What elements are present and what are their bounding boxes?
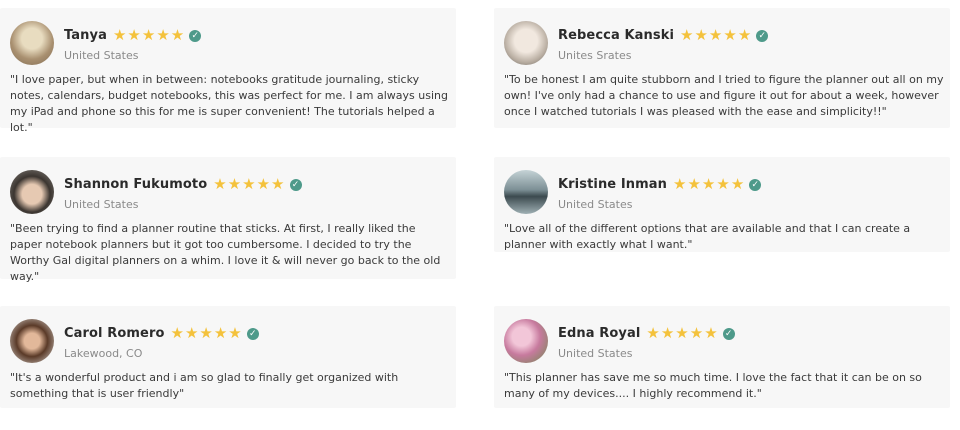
verified-check-icon: ✓ xyxy=(189,29,202,42)
review-text: "It's a wonderful product and i am so gl… xyxy=(10,371,399,400)
star-icon: ★ xyxy=(170,26,185,44)
review-card-edna-royal: Edna Royal ★ ★ ★ ★ ★ ✓ United States "Th… xyxy=(494,306,950,408)
star-icon: ★ xyxy=(127,26,141,44)
star-icon: ★ xyxy=(199,324,213,342)
star-rating: ★ ★ ★ ★ ★ xyxy=(213,177,284,192)
avatar xyxy=(504,319,548,363)
star-icon: ★ xyxy=(271,175,285,193)
star-icon: ★ xyxy=(701,175,716,193)
star-icon: ★ xyxy=(694,26,708,44)
verified-check-icon: ✓ xyxy=(756,29,769,42)
avatar xyxy=(10,170,54,214)
star-icon: ★ xyxy=(184,324,199,342)
star-rating: ★ ★ ★ ★ ★ xyxy=(170,326,241,341)
star-rating: ★ ★ ★ ★ ★ xyxy=(646,326,717,341)
reviewer-location: United States xyxy=(558,197,633,211)
star-rating: ★ ★ ★ ★ ★ xyxy=(680,28,751,43)
avatar xyxy=(10,21,54,65)
verified-check-icon: ✓ xyxy=(749,178,762,191)
reviewer-name: Kristine Inman xyxy=(558,177,668,192)
reviewer-name: Edna Royal xyxy=(558,326,641,341)
star-icon: ★ xyxy=(680,26,694,44)
verified-check-icon: ✓ xyxy=(722,327,735,340)
star-icon: ★ xyxy=(673,175,687,193)
review-text: "Love all of the different options that … xyxy=(504,222,911,251)
review-header: Tanya ★ ★ ★ ★ ★ ✓ United States xyxy=(10,20,202,66)
reviewer-location: United States xyxy=(64,197,139,211)
reviewer-name: Carol Romero xyxy=(64,326,165,341)
reviewer-name: Rebecca Kanski xyxy=(558,28,675,43)
star-icon: ★ xyxy=(675,324,689,342)
review-header: Kristine Inman ★ ★ ★ ★ ★ ✓ United States xyxy=(504,169,762,215)
star-icon: ★ xyxy=(708,26,723,44)
star-icon: ★ xyxy=(689,324,704,342)
review-card-carol-romero: Carol Romero ★ ★ ★ ★ ★ ✓ Lakewood, CO "I… xyxy=(0,306,456,408)
review-card-tanya: Tanya ★ ★ ★ ★ ★ ✓ United States "I love … xyxy=(0,8,456,134)
star-icon: ★ xyxy=(227,175,242,193)
avatar xyxy=(504,21,548,65)
star-icon: ★ xyxy=(156,26,170,44)
review-header: Rebecca Kanski ★ ★ ★ ★ ★ ✓ Unites Srates xyxy=(504,20,769,66)
review-header: Edna Royal ★ ★ ★ ★ ★ ✓ United States xyxy=(504,318,735,364)
review-card-rebecca-kanski: Rebecca Kanski ★ ★ ★ ★ ★ ✓ Unites Srates… xyxy=(494,8,950,128)
star-icon: ★ xyxy=(141,26,156,44)
star-icon: ★ xyxy=(646,324,660,342)
review-text: "Been trying to find a planner routine t… xyxy=(10,222,441,283)
star-icon: ★ xyxy=(730,175,745,193)
review-card-shannon-fukumoto: Shannon Fukumoto ★ ★ ★ ★ ★ ✓ United Stat… xyxy=(0,157,456,283)
star-icon: ★ xyxy=(242,175,256,193)
star-rating: ★ ★ ★ ★ ★ xyxy=(113,28,184,43)
star-icon: ★ xyxy=(228,324,242,342)
star-icon: ★ xyxy=(704,324,718,342)
star-icon: ★ xyxy=(723,26,737,44)
star-icon: ★ xyxy=(687,175,701,193)
star-icon: ★ xyxy=(213,175,227,193)
review-card-kristine-inman: Kristine Inman ★ ★ ★ ★ ★ ✓ United States… xyxy=(494,157,950,252)
star-icon: ★ xyxy=(660,324,675,342)
star-icon: ★ xyxy=(256,175,271,193)
star-icon: ★ xyxy=(737,26,752,44)
reviewer-name: Tanya xyxy=(64,28,107,43)
star-icon: ★ xyxy=(213,324,228,342)
star-icon: ★ xyxy=(716,175,730,193)
review-header: Carol Romero ★ ★ ★ ★ ★ ✓ Lakewood, CO xyxy=(10,318,259,364)
star-rating: ★ ★ ★ ★ ★ xyxy=(673,177,744,192)
review-header: Shannon Fukumoto ★ ★ ★ ★ ★ ✓ United Stat… xyxy=(10,169,302,215)
verified-check-icon: ✓ xyxy=(289,178,302,191)
reviewer-name: Shannon Fukumoto xyxy=(64,177,208,192)
reviewer-location: Unites Srates xyxy=(558,48,632,62)
reviewer-location: Lakewood, CO xyxy=(64,346,143,360)
reviewer-location: United States xyxy=(64,48,139,62)
star-icon: ★ xyxy=(112,26,127,44)
star-icon: ★ xyxy=(170,324,184,342)
reviewer-location: United States xyxy=(558,346,633,360)
review-text: "This planner has save me so much time. … xyxy=(504,371,922,400)
review-text: "I love paper, but when in between: note… xyxy=(10,73,448,134)
review-text: "To be honest I am quite stubborn and I … xyxy=(504,73,944,118)
verified-check-icon: ✓ xyxy=(246,327,259,340)
avatar xyxy=(504,170,548,214)
avatar xyxy=(10,319,54,363)
